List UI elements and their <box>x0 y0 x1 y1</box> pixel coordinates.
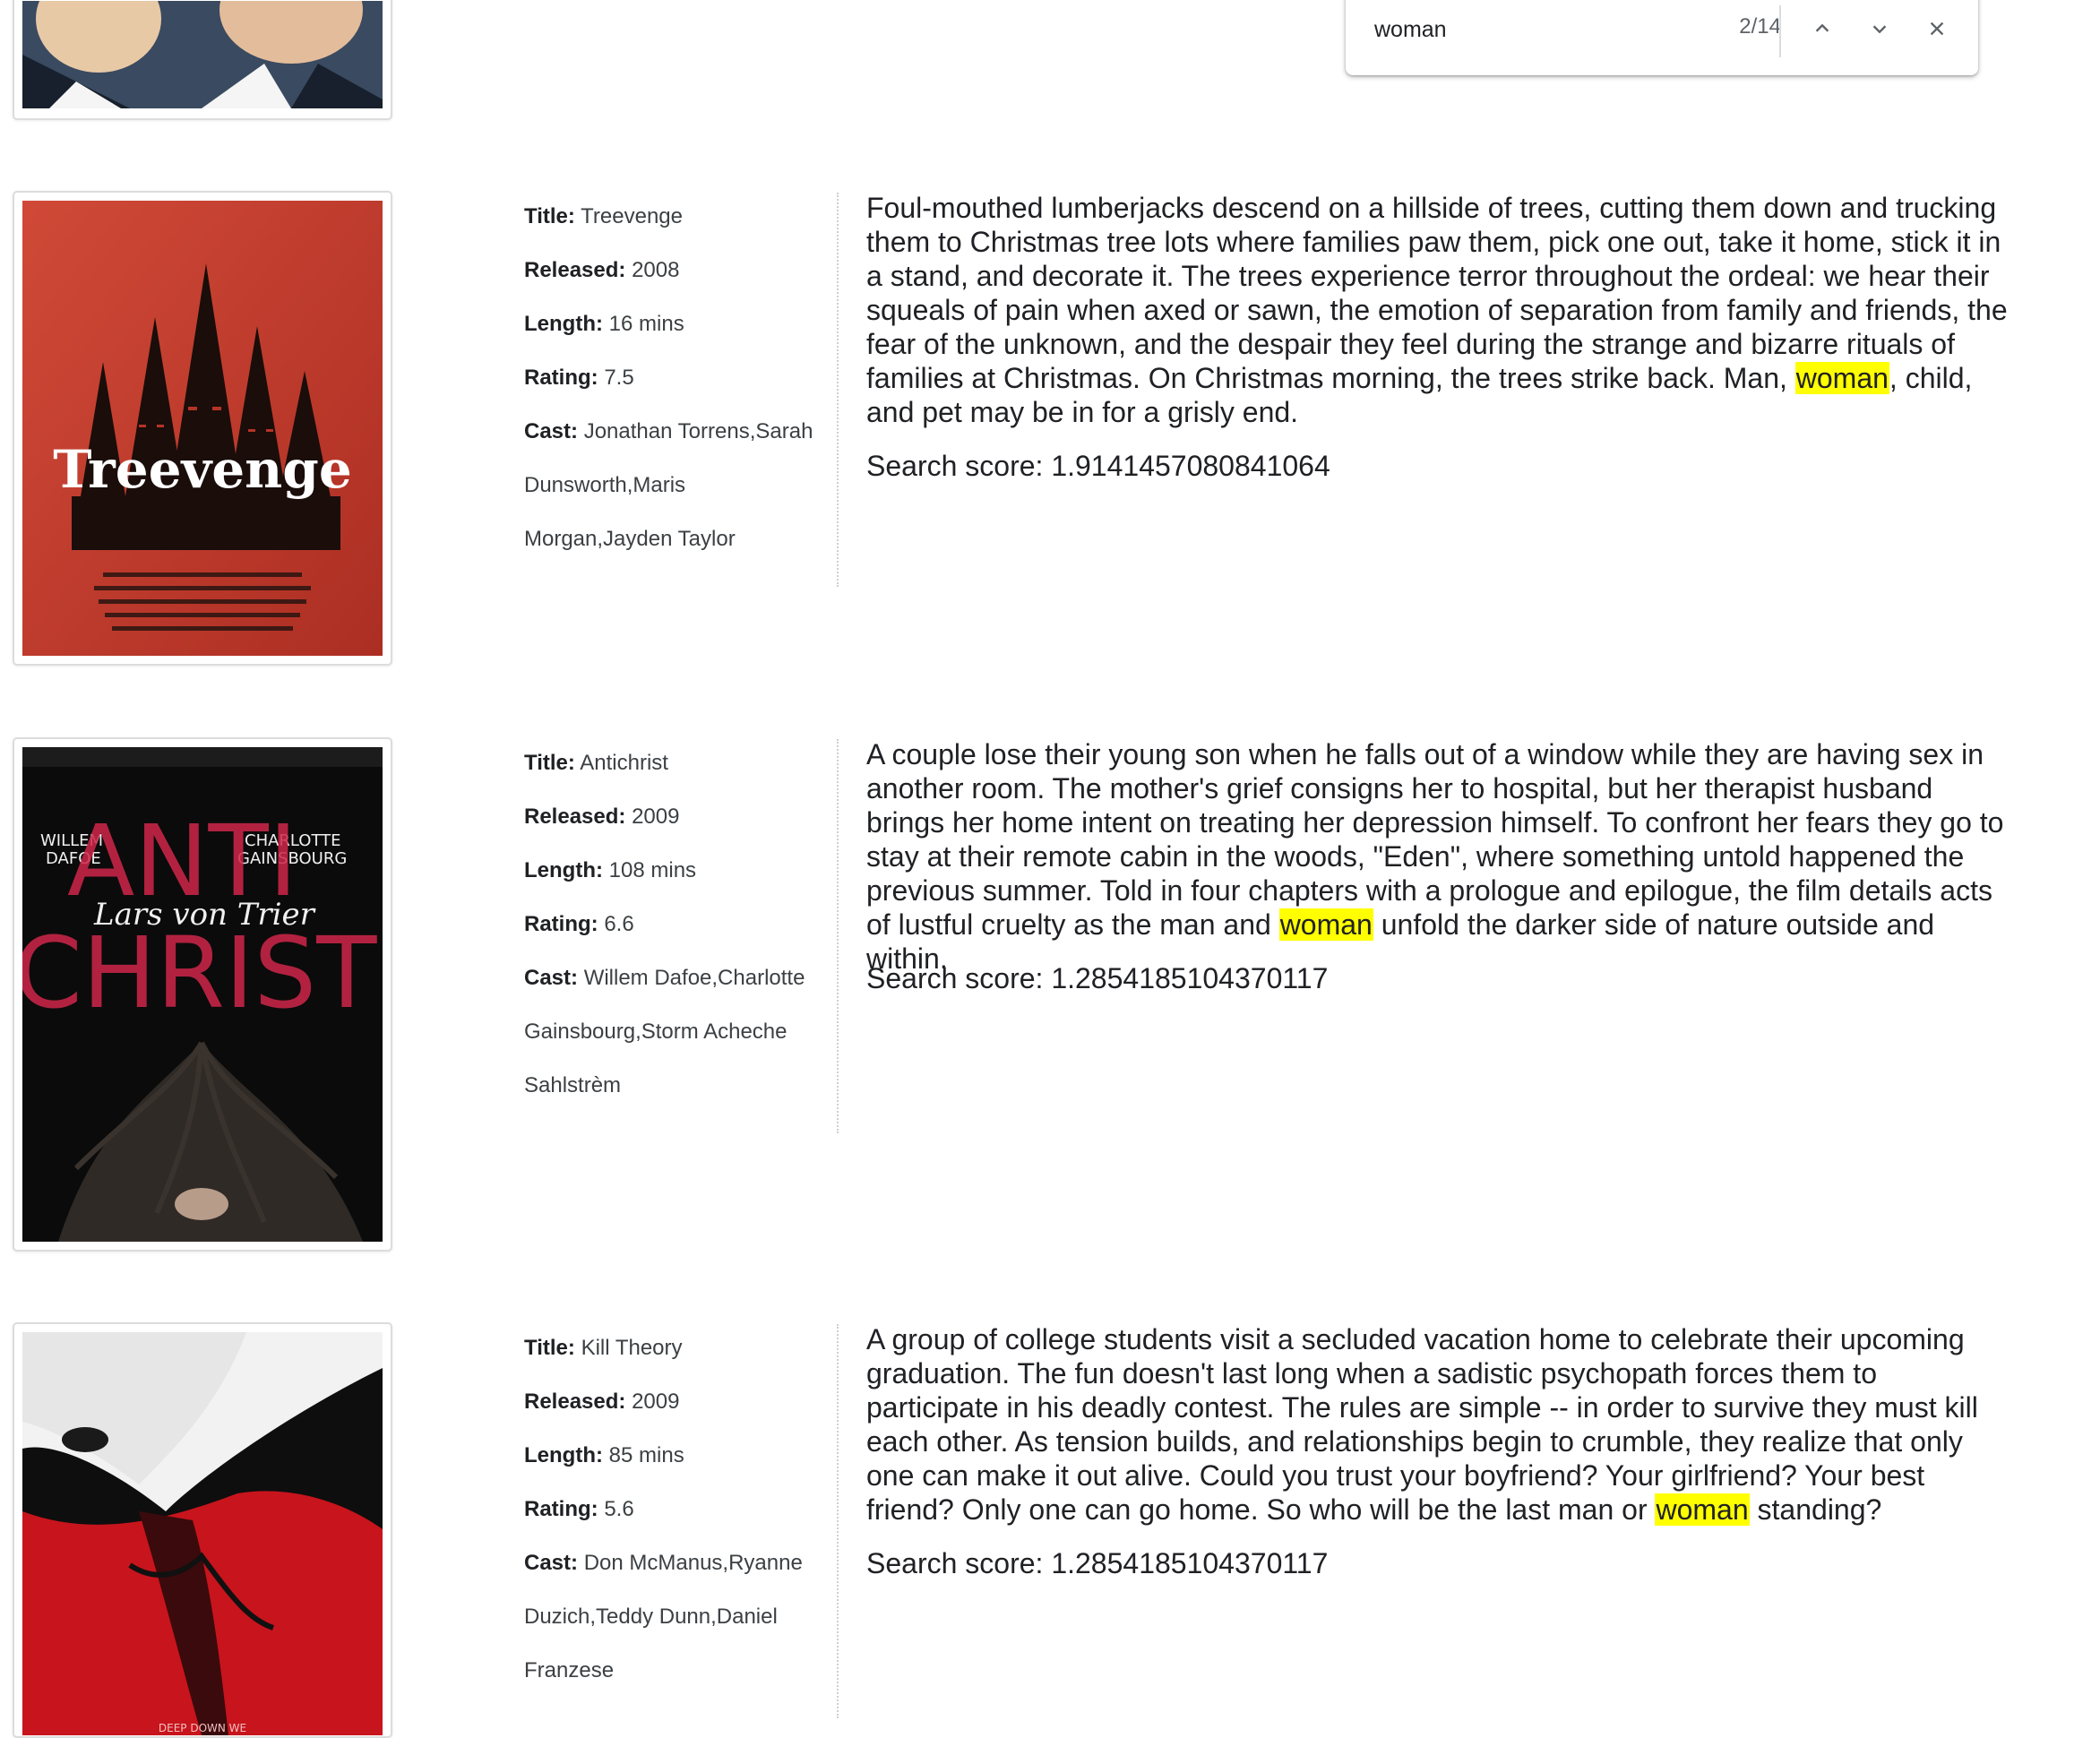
poster-image-previous <box>22 1 383 108</box>
label-title: Title: <box>524 751 575 775</box>
chevron-down-icon[interactable] <box>1862 11 1898 47</box>
label-released: Released: <box>524 258 626 282</box>
meta-cast: Cast: Don McManus,Ryanne Duzich,Teddy Du… <box>524 1536 829 1698</box>
value-released: 2008 <box>632 258 680 282</box>
movie-poster-card[interactable]: DEEP DOWN WE <box>13 1322 392 1738</box>
find-separator <box>1779 5 1781 57</box>
meta-title: Title: Treevenge <box>524 190 829 244</box>
value-title: Kill Theory <box>581 1336 683 1360</box>
find-input[interactable] <box>1373 11 1672 48</box>
movie-meta: Title: Treevenge Released: 2008 Length: … <box>524 190 829 566</box>
value-title: Treevenge <box>581 204 683 228</box>
poster-tagline-text: DEEP DOWN WE <box>159 1722 246 1734</box>
poster-image-treevenge: Treevenge <box>22 201 383 656</box>
movie-poster-card[interactable]: Treevenge <box>13 191 392 666</box>
search-highlight: woman <box>1655 1493 1750 1526</box>
label-released: Released: <box>524 804 626 829</box>
movie-description: A couple lose their young son when he fa… <box>866 737 2013 976</box>
label-rating: Rating: <box>524 1497 598 1521</box>
value-length: 16 mins <box>608 312 684 336</box>
find-in-page-bar: 2/14 <box>1346 0 1978 75</box>
meta-length: Length: 85 mins <box>524 1429 829 1483</box>
movie-description: A group of college students visit a secl… <box>866 1322 2013 1527</box>
value-length: 85 mins <box>608 1443 684 1467</box>
meta-released: Released: 2009 <box>524 1375 829 1429</box>
poster-text-anti: ANTI <box>67 804 297 918</box>
movie-description: Foul-mouthed lumberjacks descend on a hi… <box>866 191 2013 429</box>
poster-text-christ: CHRIST <box>22 916 377 1030</box>
meta-title: Title: Kill Theory <box>524 1321 829 1375</box>
meta-title: Title: Antichrist <box>524 736 829 790</box>
column-divider <box>837 739 839 1133</box>
value-title: Antichrist <box>580 751 668 775</box>
description-text-after: standing? <box>1749 1493 1882 1526</box>
label-length: Length: <box>524 312 603 336</box>
movie-meta: Title: Kill Theory Released: 2009 Length… <box>524 1321 829 1698</box>
meta-cast: Cast: Willem Dafoe,Charlotte Gainsbourg,… <box>524 951 829 1113</box>
column-divider <box>837 1324 839 1718</box>
value-rating: 6.6 <box>604 912 634 936</box>
label-cast: Cast: <box>524 1551 579 1575</box>
label-released: Released: <box>524 1390 626 1414</box>
label-rating: Rating: <box>524 366 598 390</box>
search-score: Search score: 1.2854185104370117 <box>866 962 1329 994</box>
search-highlight: woman <box>1278 908 1373 941</box>
movie-poster-card[interactable]: WILLEM DAFOE CHARLOTTE GAINSBOURG Lars v… <box>13 737 392 1252</box>
find-match-count: 2/14 <box>1739 14 1781 39</box>
label-rating: Rating: <box>524 912 598 936</box>
column-divider <box>837 193 839 587</box>
meta-length: Length: 16 mins <box>524 297 829 351</box>
poster-image-kill-theory: DEEP DOWN WE <box>22 1332 383 1735</box>
meta-rating: Rating: 5.6 <box>524 1483 829 1536</box>
label-title: Title: <box>524 204 575 228</box>
meta-released: Released: 2009 <box>524 790 829 844</box>
search-highlight: woman <box>1794 362 1889 394</box>
chevron-up-icon[interactable] <box>1804 11 1840 47</box>
search-score: Search score: 1.2854185104370117 <box>866 1547 1329 1579</box>
label-cast: Cast: <box>524 966 579 990</box>
meta-cast: Cast: Jonathan Torrens,Sarah Dunsworth,M… <box>524 405 829 566</box>
value-rating: 7.5 <box>604 366 634 390</box>
poster-image-antichrist: WILLEM DAFOE CHARLOTTE GAINSBOURG Lars v… <box>22 747 383 1242</box>
meta-rating: Rating: 7.5 <box>524 351 829 405</box>
movie-meta: Title: Antichrist Released: 2009 Length:… <box>524 736 829 1113</box>
value-released: 2009 <box>632 804 680 829</box>
search-score: Search score: 1.9141457080841064 <box>866 450 1330 482</box>
label-length: Length: <box>524 1443 603 1467</box>
poster-title-text: Treevenge <box>53 439 352 500</box>
meta-length: Length: 108 mins <box>524 844 829 898</box>
movie-poster-previous[interactable] <box>13 0 392 120</box>
value-released: 2009 <box>632 1390 680 1414</box>
value-rating: 5.6 <box>604 1497 634 1521</box>
meta-released: Released: 2008 <box>524 244 829 297</box>
meta-rating: Rating: 6.6 <box>524 898 829 951</box>
value-length: 108 mins <box>608 858 697 882</box>
label-length: Length: <box>524 858 603 882</box>
close-icon[interactable] <box>1919 11 1955 47</box>
label-title: Title: <box>524 1336 575 1360</box>
label-cast: Cast: <box>524 419 579 443</box>
